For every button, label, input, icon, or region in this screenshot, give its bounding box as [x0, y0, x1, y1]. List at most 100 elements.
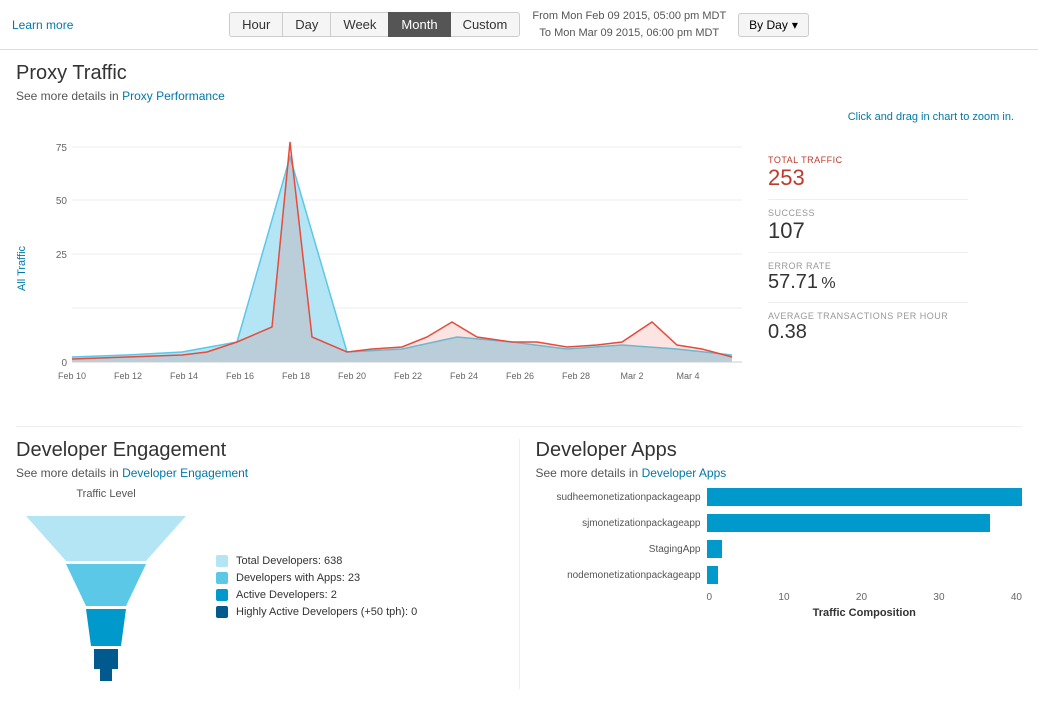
month-button[interactable]: Month	[388, 12, 450, 37]
bar-chart-container: sudheemonetizationpackageapp sjmonetizat…	[536, 488, 1023, 619]
svg-text:Feb 20: Feb 20	[338, 371, 366, 381]
legend-label-active: Active Developers: 2	[236, 589, 337, 601]
dropdown-arrow-icon: ▾	[792, 18, 798, 32]
chart-area[interactable]: 75 50 25 0 Feb 10 Feb 12 Feb 14	[32, 127, 752, 410]
x-tick-0: 0	[707, 592, 713, 603]
bottom-sections: Developer Engagement See more details in…	[16, 426, 1022, 689]
traffic-chart-container: All Traffic 75 50 25 0	[16, 127, 1022, 410]
svg-text:25: 25	[56, 250, 68, 261]
error-rate-stat: ERROR RATE 57.71 %	[768, 253, 968, 303]
bar-fill-0	[707, 488, 1023, 506]
funnel-graphic: Traffic Level	[16, 488, 196, 689]
bar-track-0	[707, 488, 1023, 506]
dev-apps-link[interactable]: Developer Apps	[642, 466, 727, 480]
svg-text:0: 0	[61, 358, 67, 369]
legend-item-total: Total Developers: 638	[216, 555, 503, 567]
legend-dot-withapps	[216, 572, 228, 584]
error-rate-label: ERROR RATE	[768, 261, 968, 271]
developer-apps-section: Developer Apps See more details in Devel…	[520, 439, 1023, 689]
dev-apps-title: Developer Apps	[536, 439, 1023, 462]
legend-dot-highly-active	[216, 606, 228, 618]
bar-label-3: nodemonetizationpackageapp	[536, 570, 701, 581]
svg-text:Feb 16: Feb 16	[226, 371, 254, 381]
bar-label-2: StagingApp	[536, 544, 701, 555]
svg-text:75: 75	[56, 143, 68, 154]
dev-engagement-title: Developer Engagement	[16, 439, 503, 462]
by-day-button[interactable]: By Day ▾	[738, 13, 809, 37]
total-traffic-stat: TOTAL TRAFFIC 253	[768, 147, 968, 200]
svg-text:50: 50	[56, 196, 68, 207]
bar-label-1: sjmonetizationpackageapp	[536, 518, 701, 529]
bar-row-3: nodemonetizationpackageapp	[536, 566, 1023, 584]
bar-label-0: sudheemonetizationpackageapp	[536, 492, 701, 503]
dev-apps-subtitle: See more details in Developer Apps	[536, 466, 1023, 480]
legend-label-withapps: Developers with Apps: 23	[236, 572, 360, 584]
date-range: From Mon Feb 09 2015, 05:00 pm MDT To Mo…	[532, 8, 726, 41]
avg-trans-stat: AVERAGE TRANSACTIONS PER HOUR 0.38	[768, 303, 968, 352]
funnel-svg	[16, 506, 196, 686]
funnel-legend: Total Developers: 638 Developers with Ap…	[216, 555, 503, 623]
hour-button[interactable]: Hour	[229, 12, 283, 37]
proxy-traffic-title: Proxy Traffic	[16, 62, 1022, 85]
svg-text:Feb 12: Feb 12	[114, 371, 142, 381]
x-axis-label-container: Traffic Composition	[707, 607, 1023, 619]
learn-more-link[interactable]: Learn more	[12, 18, 73, 32]
legend-item-active: Active Developers: 2	[216, 589, 503, 601]
stats-panel: TOTAL TRAFFIC 253 SUCCESS 107 ERROR RATE…	[768, 127, 968, 352]
bar-track-1	[707, 514, 1023, 532]
svg-text:Feb 24: Feb 24	[450, 371, 478, 381]
avg-trans-label: AVERAGE TRANSACTIONS PER HOUR	[768, 311, 968, 321]
bar-row-0: sudheemonetizationpackageapp	[536, 488, 1023, 506]
top-bar: Learn more Hour Day Week Month Custom Fr…	[0, 0, 1038, 50]
funnel-label: Traffic Level	[16, 488, 196, 500]
day-button[interactable]: Day	[282, 12, 331, 37]
x-axis-label: Traffic Composition	[707, 607, 1023, 619]
total-traffic-label: TOTAL TRAFFIC	[768, 155, 968, 165]
chart-with-yaxis: All Traffic 75 50 25 0	[16, 127, 752, 410]
svg-text:Feb 22: Feb 22	[394, 371, 422, 381]
bar-track-2	[707, 540, 1023, 558]
svg-text:Mar 4: Mar 4	[676, 371, 699, 381]
proxy-performance-link[interactable]: Proxy Performance	[122, 89, 225, 103]
traffic-chart-svg[interactable]: 75 50 25 0 Feb 10 Feb 12 Feb 14	[32, 127, 752, 407]
x-tick-40: 40	[1011, 592, 1022, 603]
dev-engagement-subtitle: See more details in Developer Engagement	[16, 466, 503, 480]
x-tick-10: 10	[778, 592, 789, 603]
bar-row-2: StagingApp	[536, 540, 1023, 558]
bar-row-1: sjmonetizationpackageapp	[536, 514, 1023, 532]
legend-label-total: Total Developers: 638	[236, 555, 342, 567]
developer-engagement-section: Developer Engagement See more details in…	[16, 439, 520, 689]
total-traffic-value: 253	[768, 165, 968, 191]
dev-engagement-link[interactable]: Developer Engagement	[122, 466, 248, 480]
bar-fill-2	[707, 540, 723, 558]
zoom-hint: Click and drag in chart to zoom in.	[16, 111, 1022, 123]
legend-dot-active	[216, 589, 228, 601]
x-axis-ticks: 0 10 20 30 40	[707, 592, 1023, 603]
svg-text:Feb 28: Feb 28	[562, 371, 590, 381]
proxy-traffic-subtitle: See more details in Proxy Performance	[16, 89, 1022, 103]
x-tick-20: 20	[856, 592, 867, 603]
custom-button[interactable]: Custom	[450, 12, 521, 37]
bar-fill-3	[707, 566, 719, 584]
legend-item-withapps: Developers with Apps: 23	[216, 572, 503, 584]
y-axis-label: All Traffic	[16, 127, 28, 410]
svg-text:Mar 2: Mar 2	[620, 371, 643, 381]
svg-text:Feb 10: Feb 10	[58, 371, 86, 381]
x-tick-30: 30	[933, 592, 944, 603]
success-value: 107	[768, 218, 968, 244]
legend-dot-total	[216, 555, 228, 567]
avg-trans-value: 0.38	[768, 321, 968, 344]
funnel-container: Traffic Level	[16, 488, 503, 689]
success-stat: SUCCESS 107	[768, 200, 968, 253]
svg-text:Feb 14: Feb 14	[170, 371, 198, 381]
error-rate-value: 57.71	[768, 271, 818, 293]
svg-text:Feb 18: Feb 18	[282, 371, 310, 381]
legend-item-highly-active: Highly Active Developers (+50 tph): 0	[216, 606, 503, 618]
svg-text:Feb 26: Feb 26	[506, 371, 534, 381]
time-period-buttons: Hour Day Week Month Custom	[229, 12, 520, 37]
main-content: Proxy Traffic See more details in Proxy …	[0, 50, 1038, 701]
legend-label-highly-active: Highly Active Developers (+50 tph): 0	[236, 606, 417, 618]
error-rate-unit: %	[821, 275, 835, 292]
bar-track-3	[707, 566, 1023, 584]
week-button[interactable]: Week	[330, 12, 389, 37]
